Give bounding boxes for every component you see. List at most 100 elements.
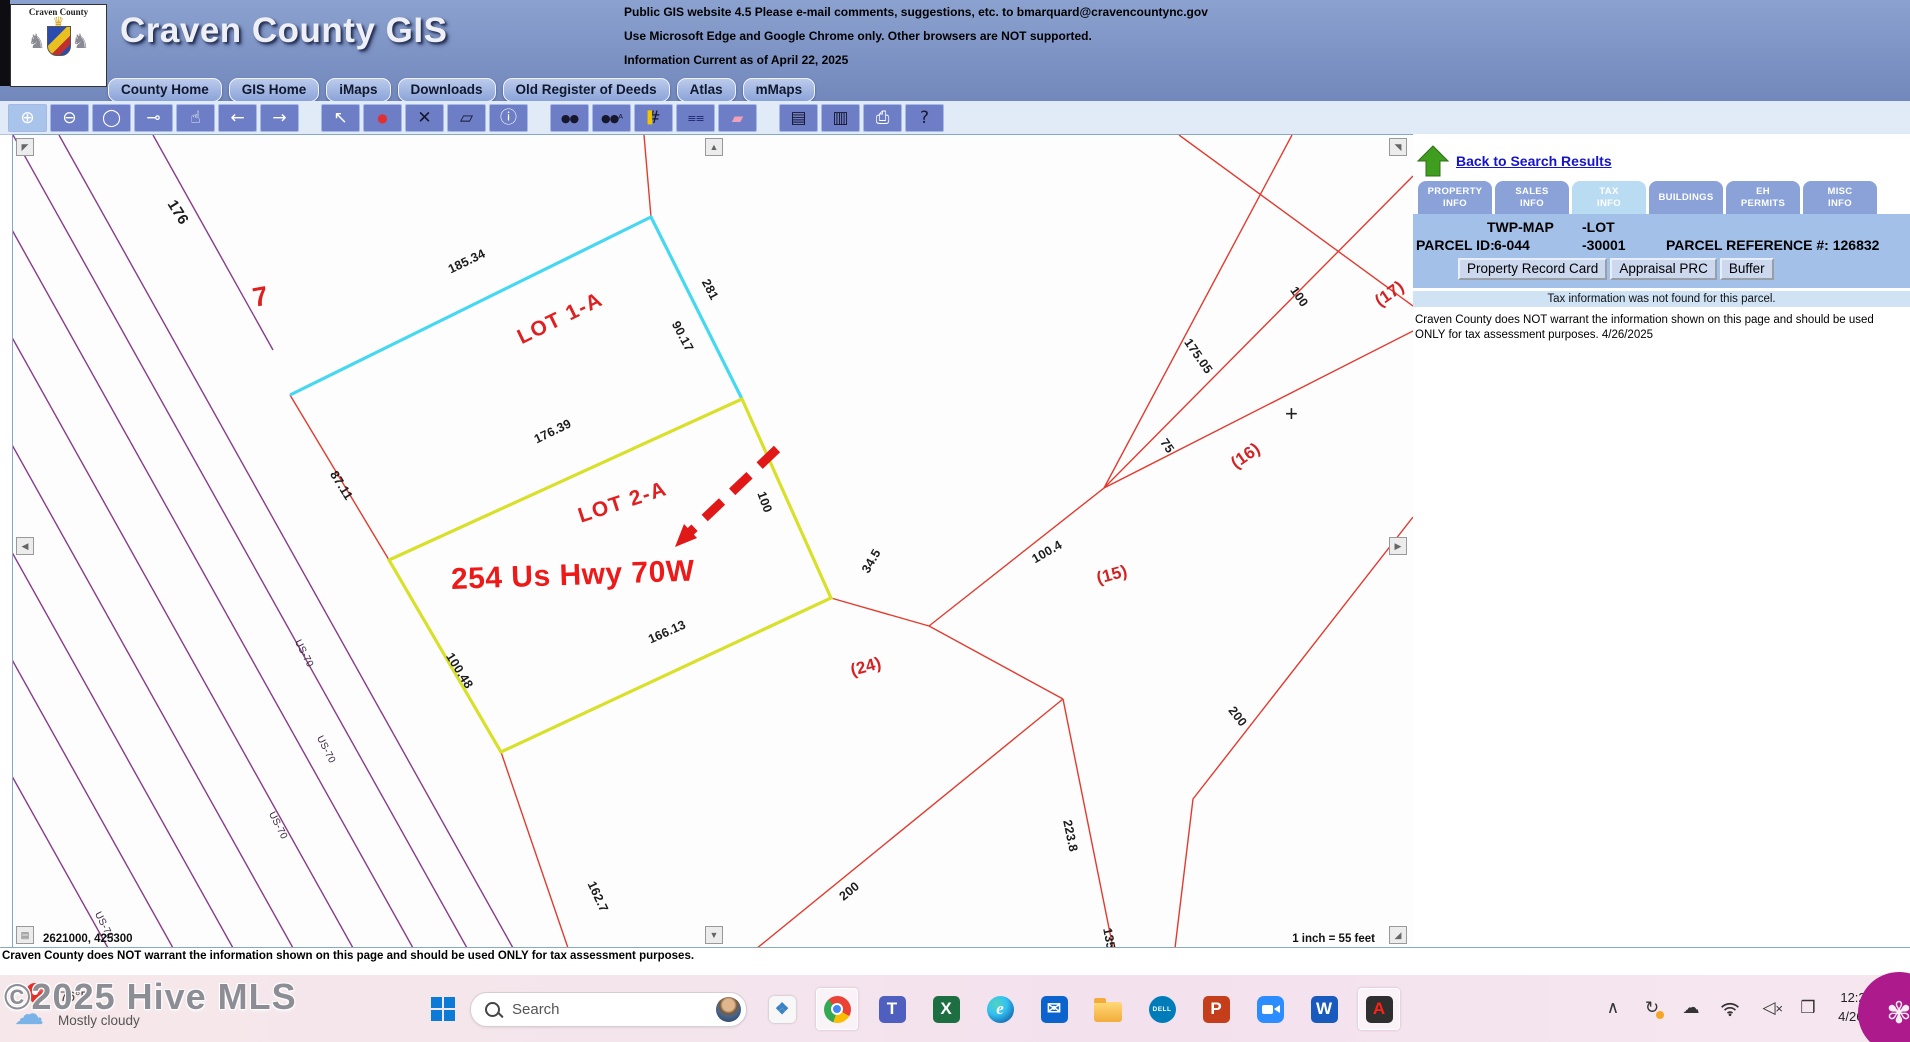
zoom-out-button[interactable]: ⊖ (50, 104, 89, 132)
print-icon: ⎙ (876, 110, 890, 127)
nav-back-button[interactable]: ← (218, 104, 257, 132)
sync-icon[interactable]: ↻ (1637, 988, 1667, 1028)
photos-taskbar-icon[interactable]: ❖ (762, 989, 802, 1029)
map-corner-tr-button[interactable]: ◥ (1389, 138, 1407, 156)
file-explorer-taskbar-icon[interactable] (1088, 989, 1128, 1029)
map-viewport[interactable]: 1767185.3428190.17LOT 1-A176.3987.11LOT … (12, 134, 1414, 949)
app-glyph-icon: ✉ (1041, 996, 1068, 1023)
select-polygon-button[interactable]: ▱ (447, 104, 486, 132)
lot1a-highlight-outline (290, 217, 742, 399)
property-record-card-button[interactable]: Property Record Card (1458, 258, 1607, 280)
search-binoculars-button[interactable]: ●● (550, 104, 589, 132)
tab-tax-info[interactable]: TAXINFO (1572, 181, 1646, 214)
nav-downloads[interactable]: Downloads (398, 78, 496, 102)
parcel-reference-value: PARCEL REFERENCE #: 126832 (1666, 237, 1879, 253)
parcel-boundary-lines (290, 135, 1413, 948)
measure-tape-button[interactable]: ▥ (821, 104, 860, 132)
map-scroll-up-button[interactable]: ▲ (705, 138, 723, 156)
zoom-in-button[interactable]: ⊕ (8, 104, 47, 132)
app-header: Craven County ♛ ♞ ♞ Craven County GIS Pu… (0, 0, 1910, 101)
help-button[interactable]: ? (905, 104, 944, 132)
excel-taskbar-icon[interactable]: X (926, 989, 966, 1029)
acrobat-taskbar-icon[interactable]: A (1358, 988, 1400, 1030)
identify-info-button[interactable]: ⓘ (489, 104, 528, 132)
nav-gis-home[interactable]: GIS Home (229, 78, 320, 102)
panel-disclaimer: Craven County does NOT warrant the infor… (1415, 313, 1907, 343)
zoom-previous-button[interactable]: ⊸ (134, 104, 173, 132)
nav-atlas[interactable]: Atlas (677, 78, 736, 102)
nav-mmaps[interactable]: mMaps (743, 78, 816, 102)
select-point-button[interactable]: ● (363, 104, 402, 132)
tab-sales-info[interactable]: SALESINFO (1495, 181, 1569, 214)
onedrive-cloud-icon[interactable]: ☁ (1676, 988, 1706, 1028)
powerpoint-taskbar-icon[interactable]: P (1196, 989, 1236, 1029)
outlook-taskbar-icon[interactable]: ✉ (1034, 989, 1074, 1029)
input-switch-icon[interactable]: ❒ (1793, 988, 1823, 1028)
edge-taskbar-icon[interactable]: e (980, 989, 1020, 1029)
map-scroll-down-button[interactable]: ▼ (705, 926, 723, 944)
grid-highlight-button[interactable]: #❚ (634, 104, 673, 132)
layer-lines-button[interactable]: ≡≡ (676, 104, 715, 132)
parcel-info-panel: Back to Search Results PROPERTYINFOSALES… (1413, 134, 1910, 947)
nav-imaps[interactable]: iMaps (326, 78, 390, 102)
map-corner-tl-button[interactable]: ◤ (16, 138, 34, 156)
panel-tabs: PROPERTYINFOSALESINFOTAXINFOBUILDINGSEHP… (1418, 181, 1910, 214)
hive-mls-watermark: ©2025 Hive MLS (4, 976, 297, 1018)
parcel-map-drawing (13, 135, 1413, 948)
tab-buildings[interactable]: BUILDINGS (1649, 181, 1723, 214)
toolbar-band: ⊕⊖◯⊸☝ ← → ↖ ●✕ ▱ ⓘ ●●●●ᴬ#❚≡≡ ▰ ▤ ▥ ⎙? (0, 101, 1910, 135)
zoom-taskbar-icon[interactable] (1250, 989, 1290, 1029)
search-address-button[interactable]: ●●ᴬ (592, 104, 631, 132)
select-pointer-icon: ↖ (333, 110, 347, 127)
tray-glyph: ◁ (1762, 998, 1775, 1018)
map-scale-text: 1 inch = 55 feet (1292, 933, 1375, 945)
us70-highway-lines (13, 135, 513, 948)
map-scroll-left-button[interactable]: ◀ (16, 537, 34, 555)
county-crest-icon: ♛ ♞ ♞ (11, 17, 106, 79)
nav-back-icon: ← (230, 110, 244, 127)
taskbar-search[interactable]: Search (470, 992, 747, 1027)
teams-taskbar-icon[interactable]: T (872, 989, 912, 1029)
nav-county-home[interactable]: County Home (108, 78, 222, 102)
status-disclaimer: Craven County does NOT warrant the infor… (2, 950, 694, 962)
map-scroll-right-button[interactable]: ▶ (1389, 537, 1407, 555)
zoom-window-button[interactable]: ◯ (92, 104, 131, 132)
eraser-icon: ▰ (732, 111, 744, 126)
zoom-camera-icon (1257, 996, 1284, 1023)
nav-old-register-of-deeds[interactable]: Old Register of Deeds (503, 78, 670, 102)
print-button[interactable]: ⎙ (863, 104, 902, 132)
nav-forward-button[interactable]: → (260, 104, 299, 132)
header-info-line: Information Current as of April 22, 2025 (624, 53, 1208, 67)
select-polygon-icon: ▱ (460, 110, 473, 127)
measure-tape-icon: ▥ (832, 110, 848, 127)
dell-taskbar-icon[interactable]: DELL (1142, 989, 1182, 1029)
legend-list-button[interactable]: ▤ (779, 104, 818, 132)
shield-icon (47, 26, 71, 56)
eraser-button[interactable]: ▰ (718, 104, 757, 132)
volume-muted-icon[interactable]: ◁× (1754, 988, 1784, 1028)
tab-label-line: EH (1726, 186, 1800, 198)
back-to-search-results-link[interactable]: Back to Search Results (1456, 153, 1612, 169)
wifi-icon[interactable] (1715, 988, 1745, 1028)
pan-hand-button[interactable]: ☝ (176, 104, 215, 132)
map-coordinates-readout: 2621000, 425300 (43, 933, 133, 945)
windows-start-button[interactable] (431, 997, 455, 1021)
tab-eh-permits[interactable]: EHPERMITS (1726, 181, 1800, 214)
map-corner-br-button[interactable]: ◢ (1389, 926, 1407, 944)
parcel-id-label: PARCEL ID: (1416, 237, 1495, 253)
appraisal-prc-button[interactable]: Appraisal PRC (1610, 258, 1717, 280)
select-pointer-button[interactable]: ↖ (321, 104, 360, 132)
legend-list-icon: ▤ (790, 110, 806, 127)
tray-chevron-icon[interactable]: ∧ (1598, 988, 1628, 1028)
buffer-button[interactable]: Buffer (1720, 258, 1774, 280)
map-page-bl-button[interactable]: ▤ (16, 926, 34, 944)
tab-property-info[interactable]: PROPERTYINFO (1418, 181, 1492, 214)
identify-info-icon: ⓘ (500, 110, 517, 127)
green-up-arrow-icon (1415, 144, 1451, 178)
left-edge-strip (0, 0, 10, 86)
chrome-taskbar-icon[interactable] (816, 988, 858, 1030)
select-line-button[interactable]: ✕ (405, 104, 444, 132)
twp-map-header: TWP-MAP (1487, 219, 1554, 235)
tab-misc-info[interactable]: MISCINFO (1803, 181, 1877, 214)
word-taskbar-icon[interactable]: W (1304, 989, 1344, 1029)
